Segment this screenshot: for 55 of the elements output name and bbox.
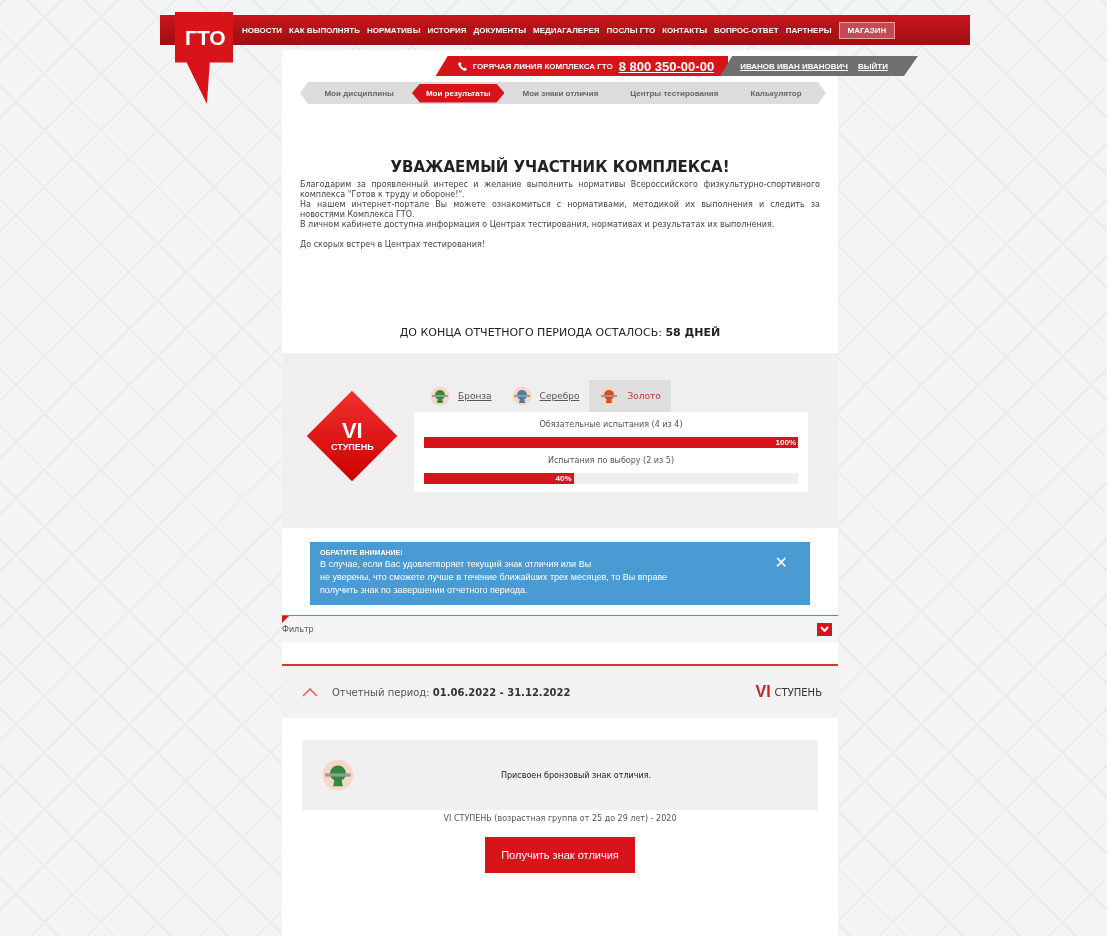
countdown-text: ДО КОНЦА ОТЧЕТНОГО ПЕРИОДА ОСТАЛОСЬ: 58 ДНЕЙ <box>398 326 722 339</box>
welcome-title: УВАЖАЕМЫЙ УЧАСТНИК КОМПЛЕКСА! <box>389 158 731 176</box>
corner-mark <box>282 616 289 623</box>
nav-link[interactable]: НОРМАТИВЫ <box>366 25 421 35</box>
notice-text: В случае, если Вас удовлетворяет текущий знак отличия или Вы <box>320 558 593 571</box>
tab[interactable]: Калькулятор <box>736 83 816 103</box>
chevron-icon <box>820 626 829 632</box>
phone-icon <box>457 61 467 71</box>
logo[interactable]: ГТО <box>175 12 233 104</box>
filter-label: Фильтр <box>282 624 314 634</box>
stage-label: СТУПЕНЬ <box>330 441 374 452</box>
expand-button[interactable] <box>817 622 832 636</box>
stage-numeral: VI <box>755 683 771 701</box>
award-text: Присвоен бронзовый знак отличия. <box>500 770 652 780</box>
tab[interactable]: Мои дисциплины <box>310 83 408 103</box>
welcome-text: На нашем интернет-портале Вы можете ознакомиться с нормативами, методикой их выполнения и следить за новостями Комплекса ГТО. <box>300 200 820 220</box>
medal-icon <box>322 759 354 791</box>
get-badge-button[interactable]: Получить знак отличия <box>485 837 635 873</box>
filter-bar[interactable]: Фильтр <box>282 615 838 642</box>
nav-link[interactable]: НОВОСТИ <box>242 25 282 35</box>
shop-link[interactable]: МАГАЗИН <box>838 21 896 39</box>
stage-label: СТУПЕНЬ <box>774 686 822 698</box>
welcome-text: Благодарим за проявленный интерес и желание выполнить нормативы Всероссийского физкультурно-спортивного комплекса "Готов к труду и обороне!". <box>300 180 820 200</box>
tab[interactable]: Центры тестирования <box>616 83 733 103</box>
nav-link[interactable]: ПАРТНЕРЫ <box>785 25 832 35</box>
hotline-label: ГОРЯЧАЯ ЛИНИЯ КОМПЛЕКСА ГТО <box>472 61 613 71</box>
user-name-link[interactable]: ИВАНОВ ИВАН ИВАНОВИЧ <box>740 61 848 71</box>
hotline-phone[interactable]: 8 800 350-00-00 <box>618 58 715 74</box>
progress-label: Испытания по выбору (2 из 5) <box>546 454 676 467</box>
badge-tab[interactable]: Серебро <box>501 379 590 412</box>
nav-link[interactable]: ДОКУМЕНТЫ <box>473 25 527 35</box>
logo-text: ГТО <box>185 26 226 50</box>
award-caption: VI СТУПЕНЬ (возрастная группа от 25 до 29 лет) - 2020 <box>442 814 678 823</box>
welcome-text: До скорых встреч в Центрах тестирования! <box>300 240 486 250</box>
nav-link[interactable]: ПОСЛЫ ГТО <box>606 25 656 35</box>
nav-link[interactable]: МЕДИАГАЛЕРЕЯ <box>533 25 600 35</box>
period-text: Отчетный период: 01.06.2022 - 31.12.2022 <box>332 686 572 698</box>
nav-link[interactable]: ВОПРОС-ОТВЕТ <box>714 25 779 35</box>
notice-text: получить знак по завершении отчетного периода. <box>320 584 529 597</box>
logout-link[interactable]: ВЫЙТИ <box>858 61 888 71</box>
chevron-icon[interactable] <box>302 687 318 697</box>
nav-link[interactable]: КАК ВЫПОЛНЯТЬ <box>289 25 360 35</box>
tab[interactable]: Мои знаки отличия <box>508 83 613 103</box>
period-header[interactable]: Отчетный период: 01.06.2022 - 31.12.2022 VI СТУПЕНЬ <box>282 666 838 718</box>
badge-tab[interactable]: Золото <box>589 379 671 412</box>
nav-link[interactable]: ИСТОРИЯ <box>427 25 467 35</box>
progress-reading: 100% <box>775 437 797 447</box>
tab[interactable]: Мои результаты <box>411 83 505 103</box>
progress-label: Обязательные испытания (4 из 4) <box>538 418 684 431</box>
welcome-text: В личном кабинете доступна информация о Центрах тестирования, нормативах и результатах их выполнения. <box>300 220 776 230</box>
stage-numeral: VI <box>341 419 363 442</box>
notice-text: не уверены, что сможете лучше в течение ближайших трех месяцев, то Вы вправе <box>320 571 668 584</box>
nav-link[interactable]: КОНТАКТЫ <box>662 25 708 35</box>
badge-tab[interactable]: Бронза <box>420 379 502 412</box>
progress-reading: 40% <box>555 473 573 483</box>
